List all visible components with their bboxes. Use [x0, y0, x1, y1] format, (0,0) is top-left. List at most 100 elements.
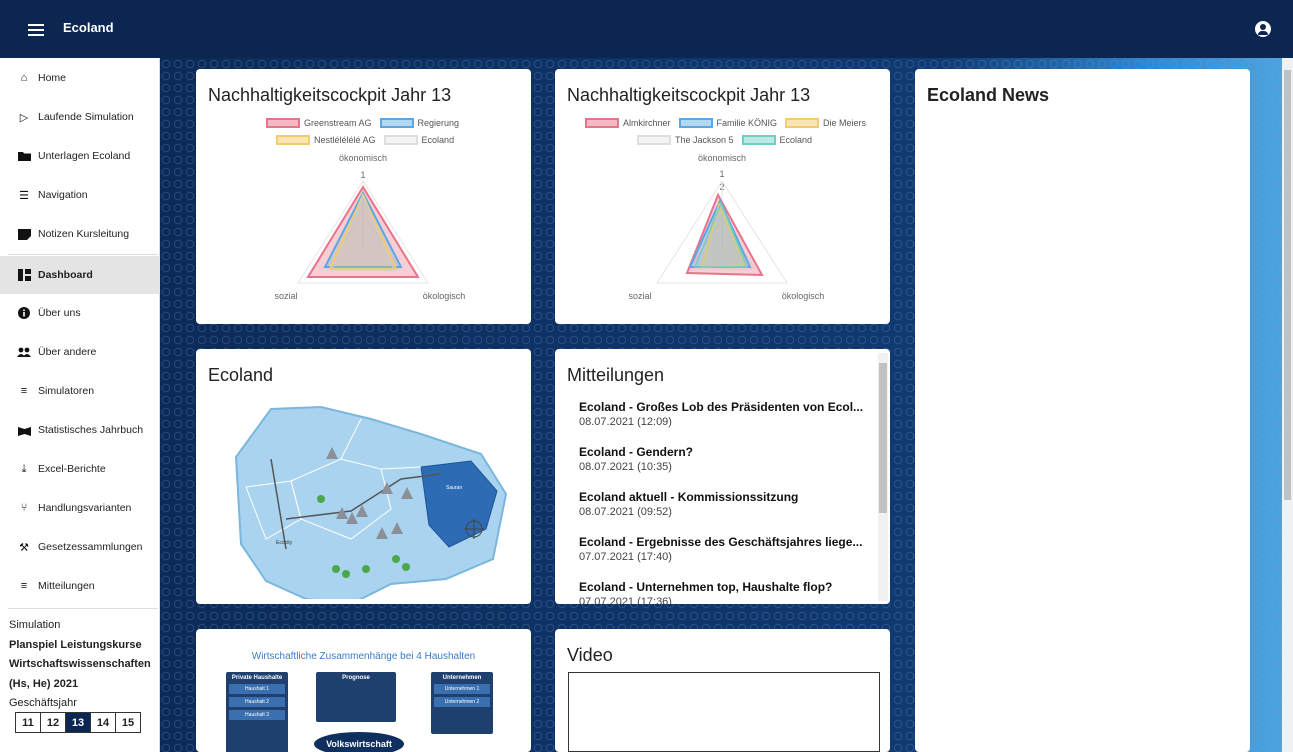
radar-chart: ökonomisch 1 2 ökologisch sozial [628, 153, 825, 301]
download-icon: ⤓ [21, 462, 27, 475]
people-icon [17, 346, 31, 358]
sidebar-item-label: Unterlagen Ecoland [38, 150, 131, 162]
sidebar: ⌂ Home ▷ Laufende Simulation Unterlagen Ec… [0, 58, 160, 752]
diagram-card: Wirtschaftliche Zusammenhänge bei 4 Haus… [196, 629, 531, 752]
book-icon [17, 424, 31, 436]
sidebar-item-label: Über uns [38, 307, 81, 319]
sidebar-item-label: Gesetzessammlungen [38, 541, 143, 553]
message-date: 08.07.2021 (12:09) [579, 416, 672, 428]
sidebar-item-navigation[interactable]: ☰ Navigation [0, 176, 160, 214]
sidebar-item-notizen[interactable]: Notizen Kursleitung [0, 215, 160, 253]
diagram-center-economy: Volkswirtschaft [314, 732, 404, 752]
message-title: Ecoland aktuell - Kommissionssitzung [579, 490, 799, 504]
message-item[interactable]: Ecoland - Gendern? 08.07.2021 (10:35) [579, 445, 693, 473]
axis-label: sozial [274, 291, 297, 301]
axis-label: ökonomisch [698, 153, 746, 163]
home-icon: ⌂ [20, 72, 28, 84]
news-card: Ecoland News [915, 69, 1250, 752]
axis-label: ökologisch [782, 291, 825, 301]
messages-card: Mitteilungen Ecoland - Großes Lob des Pr… [555, 349, 890, 604]
year-option-selected[interactable]: 13 [65, 712, 91, 733]
year-option[interactable]: 11 [15, 712, 41, 733]
message-title: Ecoland - Unternehmen top, Haushalte flo… [579, 580, 833, 594]
message-title: Ecoland - Gendern? [579, 445, 694, 459]
ecoland-map[interactable]: Ecocity Sauran [231, 399, 511, 599]
message-item[interactable]: Ecoland - Ergebnisse des Geschäftsjahres… [579, 535, 862, 563]
axis-label: ökologisch [423, 291, 466, 301]
messages-scrollbar[interactable] [878, 353, 888, 601]
year-option[interactable]: 15 [115, 712, 141, 733]
fork-icon: ⑂ [20, 502, 28, 514]
sidebar-item-dashboard[interactable]: Dashboard [0, 256, 160, 294]
app-title[interactable]: Ecoland [63, 20, 114, 35]
simulation-name-line1: Planspiel Leistungskurse [9, 638, 142, 651]
page-scrollbar[interactable] [1282, 58, 1293, 752]
info-icon [17, 307, 31, 319]
top-app-bar: Ecoland [0, 0, 1293, 58]
map-city-label: Ecocity [276, 540, 293, 546]
simulation-info: Simulation Planspiel Leistungskurse Wirt… [9, 616, 159, 714]
year-option[interactable]: 14 [90, 712, 116, 733]
card-title: Mitteilungen [567, 365, 665, 385]
card-title: Ecoland [208, 365, 274, 385]
sidebar-item-mitteilungen[interactable]: ≡ Mitteilungen [0, 567, 160, 605]
sliders-icon: ≡ [20, 385, 28, 397]
sidebar-item-label: Navigation [38, 189, 88, 201]
sidebar-item-label: Mitteilungen [38, 580, 95, 592]
sidebar-item-ueber-andere[interactable]: Über andere [0, 333, 160, 371]
map-card: Ecoland Ecocity Sauran [196, 349, 531, 604]
card-title: Ecoland News [927, 85, 1050, 105]
sidebar-item-ueber-uns[interactable]: Über uns [0, 294, 160, 332]
axis-label: ökonomisch [339, 153, 387, 163]
note-icon [17, 228, 31, 240]
sidebar-item-label: Dashboard [38, 269, 93, 281]
message-item[interactable]: Ecoland - Großes Lob des Präsidenten von… [579, 400, 863, 428]
sidebar-item-label: Home [38, 72, 67, 84]
sidebar-item-label: Statistisches Jahrbuch [38, 424, 144, 436]
message-item[interactable]: Ecoland aktuell - Kommissionssitzung 08.… [579, 490, 798, 518]
account-circle-icon[interactable] [1255, 21, 1271, 37]
sidebar-divider [8, 608, 158, 609]
sidebar-item-label: Excel-Berichte [38, 463, 106, 475]
diagram-box-forecast: Prognose [316, 672, 396, 722]
message-date: 07.07.2021 (17:40) [579, 551, 672, 563]
diagram-box-companies: Unternehmen Unternehmen 1 Unternehmen 2 [431, 672, 493, 734]
dashboard-icon [17, 269, 31, 281]
simulation-name-line2: Wirtschaftswissenschaften [9, 658, 151, 670]
tick-label: 1 [360, 170, 365, 180]
diagram-box-households: Private Haushalte Haushalt 1 Haushalt 2 … [226, 672, 288, 752]
message-date: 07.07.2021 (17:36) [579, 596, 672, 604]
list-ordered-icon: ☰ [19, 189, 29, 202]
sidebar-item-handlungsvarianten[interactable]: ⑂ Handlungsvarianten [0, 489, 160, 527]
sidebar-item-simulatoren[interactable]: ≡ Simulatoren [0, 372, 160, 410]
simulation-label: Simulation [9, 619, 61, 631]
map-city-label: Sauran [446, 485, 462, 491]
year-option[interactable]: 12 [40, 712, 66, 733]
sidebar-item-label: Über andere [38, 346, 97, 358]
sidebar-item-jahrbuch[interactable]: Statistisches Jahrbuch [0, 411, 160, 449]
message-title: Ecoland - Ergebnisse des Geschäftsjahres… [579, 535, 863, 549]
sidebar-item-unterlagen[interactable]: Unterlagen Ecoland [0, 137, 160, 175]
fiscal-year-label: Geschäftsjahr [9, 697, 77, 709]
simulation-name-line3: (Hs, He) 2021 [9, 677, 79, 690]
sidebar-item-label: Notizen Kursleitung [38, 228, 130, 240]
video-player[interactable] [568, 672, 880, 752]
message-date: 08.07.2021 (10:35) [579, 461, 672, 473]
sidebar-item-label: Simulatoren [38, 385, 95, 397]
hamburger-menu-icon[interactable] [28, 24, 44, 36]
message-item[interactable]: Ecoland - Unternehmen top, Haushalte flo… [579, 580, 832, 604]
play-circle-icon: ▷ [19, 111, 29, 124]
sidebar-item-home[interactable]: ⌂ Home [0, 59, 160, 97]
menu-lines-icon: ≡ [20, 580, 28, 592]
sidebar-item-excel-berichte[interactable]: ⤓ Excel-Berichte [0, 450, 160, 488]
video-card: Video [555, 629, 890, 752]
cockpit-card-1: Nachhaltigkeitscockpit Jahr 13 Greenstre… [196, 69, 531, 324]
sidebar-item-gesetzessammlungen[interactable]: ⚒ Gesetzessammlungen [0, 528, 160, 566]
sidebar-item-label: Laufende Simulation [38, 111, 134, 123]
message-date: 08.07.2021 (09:52) [579, 506, 672, 518]
sidebar-item-label: Handlungsvarianten [38, 502, 132, 514]
tick-label: 1 [719, 169, 724, 179]
sidebar-item-laufende-simulation[interactable]: ▷ Laufende Simulation [0, 98, 160, 136]
folder-icon [17, 150, 31, 162]
gavel-icon: ⚒ [19, 541, 29, 554]
